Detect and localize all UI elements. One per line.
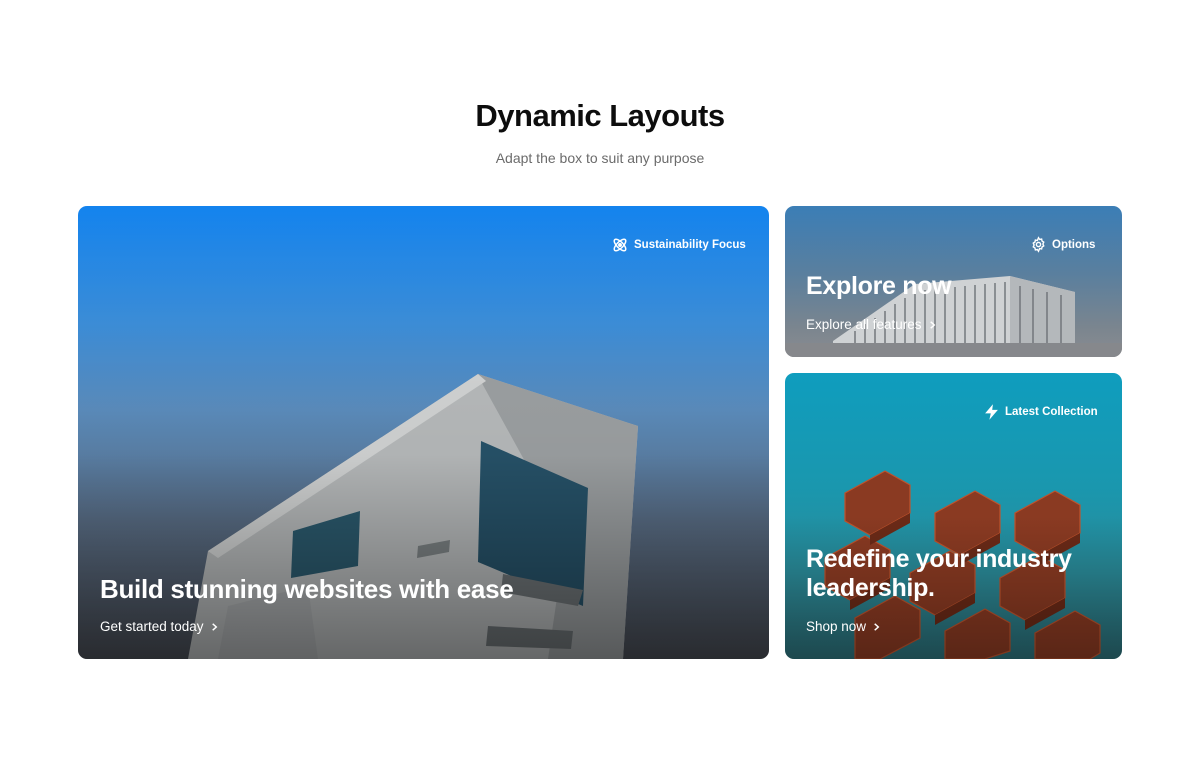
section-header: Dynamic Layouts Adapt the box to suit an… bbox=[0, 96, 1200, 168]
card-badge: Latest Collection bbox=[983, 403, 1098, 421]
get-started-link[interactable]: Get started today bbox=[100, 619, 219, 634]
page-subtitle: Adapt the box to suit any purpose bbox=[495, 150, 705, 166]
shop-now-link[interactable]: Shop now bbox=[806, 619, 881, 634]
card-title-line: Redefine your industry bbox=[806, 545, 1072, 573]
card-title-line: leadership. bbox=[806, 574, 935, 602]
link-label: Shop now bbox=[806, 619, 867, 634]
badge-label: Sustainability Focus bbox=[634, 239, 746, 251]
page-title: Dynamic Layouts bbox=[475, 98, 725, 133]
card-badge: Options bbox=[1030, 236, 1095, 253]
link-label: Explore all features bbox=[806, 317, 922, 332]
card-title: Redefine your industry leadership. bbox=[806, 545, 1072, 603]
link-label: Get started today bbox=[100, 619, 204, 634]
atom-icon bbox=[613, 238, 627, 252]
feature-card-explore[interactable]: Options Explore now Explore all features bbox=[785, 206, 1122, 357]
badge-label: Latest Collection bbox=[1005, 406, 1098, 418]
chevron-right-icon bbox=[929, 320, 935, 329]
explore-features-link[interactable]: Explore all features bbox=[806, 317, 937, 332]
chevron-right-icon bbox=[874, 622, 880, 631]
chevron-right-icon bbox=[211, 622, 217, 631]
gear-icon bbox=[1032, 236, 1045, 253]
card-title: Explore now bbox=[806, 272, 952, 300]
feature-card-large[interactable]: Sustainability Focus Build stunning webs… bbox=[78, 206, 769, 659]
feature-card-collection[interactable]: Latest Collection Redefine your industry… bbox=[785, 373, 1122, 659]
card-badge: Sustainability Focus bbox=[611, 236, 746, 254]
badge-label: Options bbox=[1052, 238, 1096, 251]
card-title: Build stunning websites with ease bbox=[100, 574, 514, 604]
lightning-icon bbox=[985, 404, 998, 420]
